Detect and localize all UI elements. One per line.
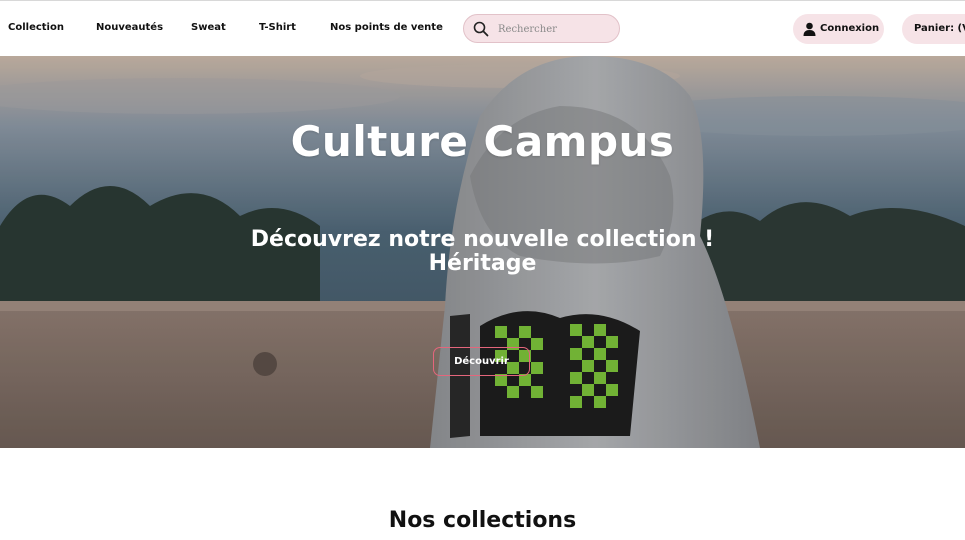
hero-banner: Culture Campus Découvrez notre nouvelle … [0, 56, 965, 448]
search-box[interactable] [463, 14, 620, 43]
login-button[interactable]: Connexion [793, 14, 884, 44]
nav-link-nouveautes[interactable]: Nouveautés [96, 22, 163, 33]
search-input[interactable] [498, 20, 613, 38]
collections-section-title: Nos collections [388, 508, 577, 533]
hero-subtitle: Découvrez notre nouvelle collection ! Hé… [0, 228, 965, 276]
hero-subtitle-line1: Découvrez notre nouvelle collection ! [250, 227, 715, 252]
nav-link-sweat[interactable]: Sweat [191, 22, 226, 33]
cart-label: Panier: (Vide) [914, 23, 965, 34]
user-icon [803, 22, 816, 36]
discover-button[interactable]: Découvrir [433, 347, 530, 376]
hero-subtitle-line2: Héritage [428, 251, 537, 276]
login-label: Connexion [820, 23, 880, 34]
nav-link-points-de-vente[interactable]: Nos points de vente [330, 22, 443, 33]
cart-button[interactable]: Panier: (Vide) [902, 14, 965, 44]
top-navbar: Collection Nouveautés Sweat T-Shirt Nos … [0, 0, 965, 56]
nav-link-tshirt[interactable]: T-Shirt [259, 22, 296, 33]
nav-link-collection[interactable]: Collection [8, 22, 64, 33]
hero-title: Culture Campus [290, 117, 675, 166]
search-icon[interactable] [473, 21, 489, 37]
